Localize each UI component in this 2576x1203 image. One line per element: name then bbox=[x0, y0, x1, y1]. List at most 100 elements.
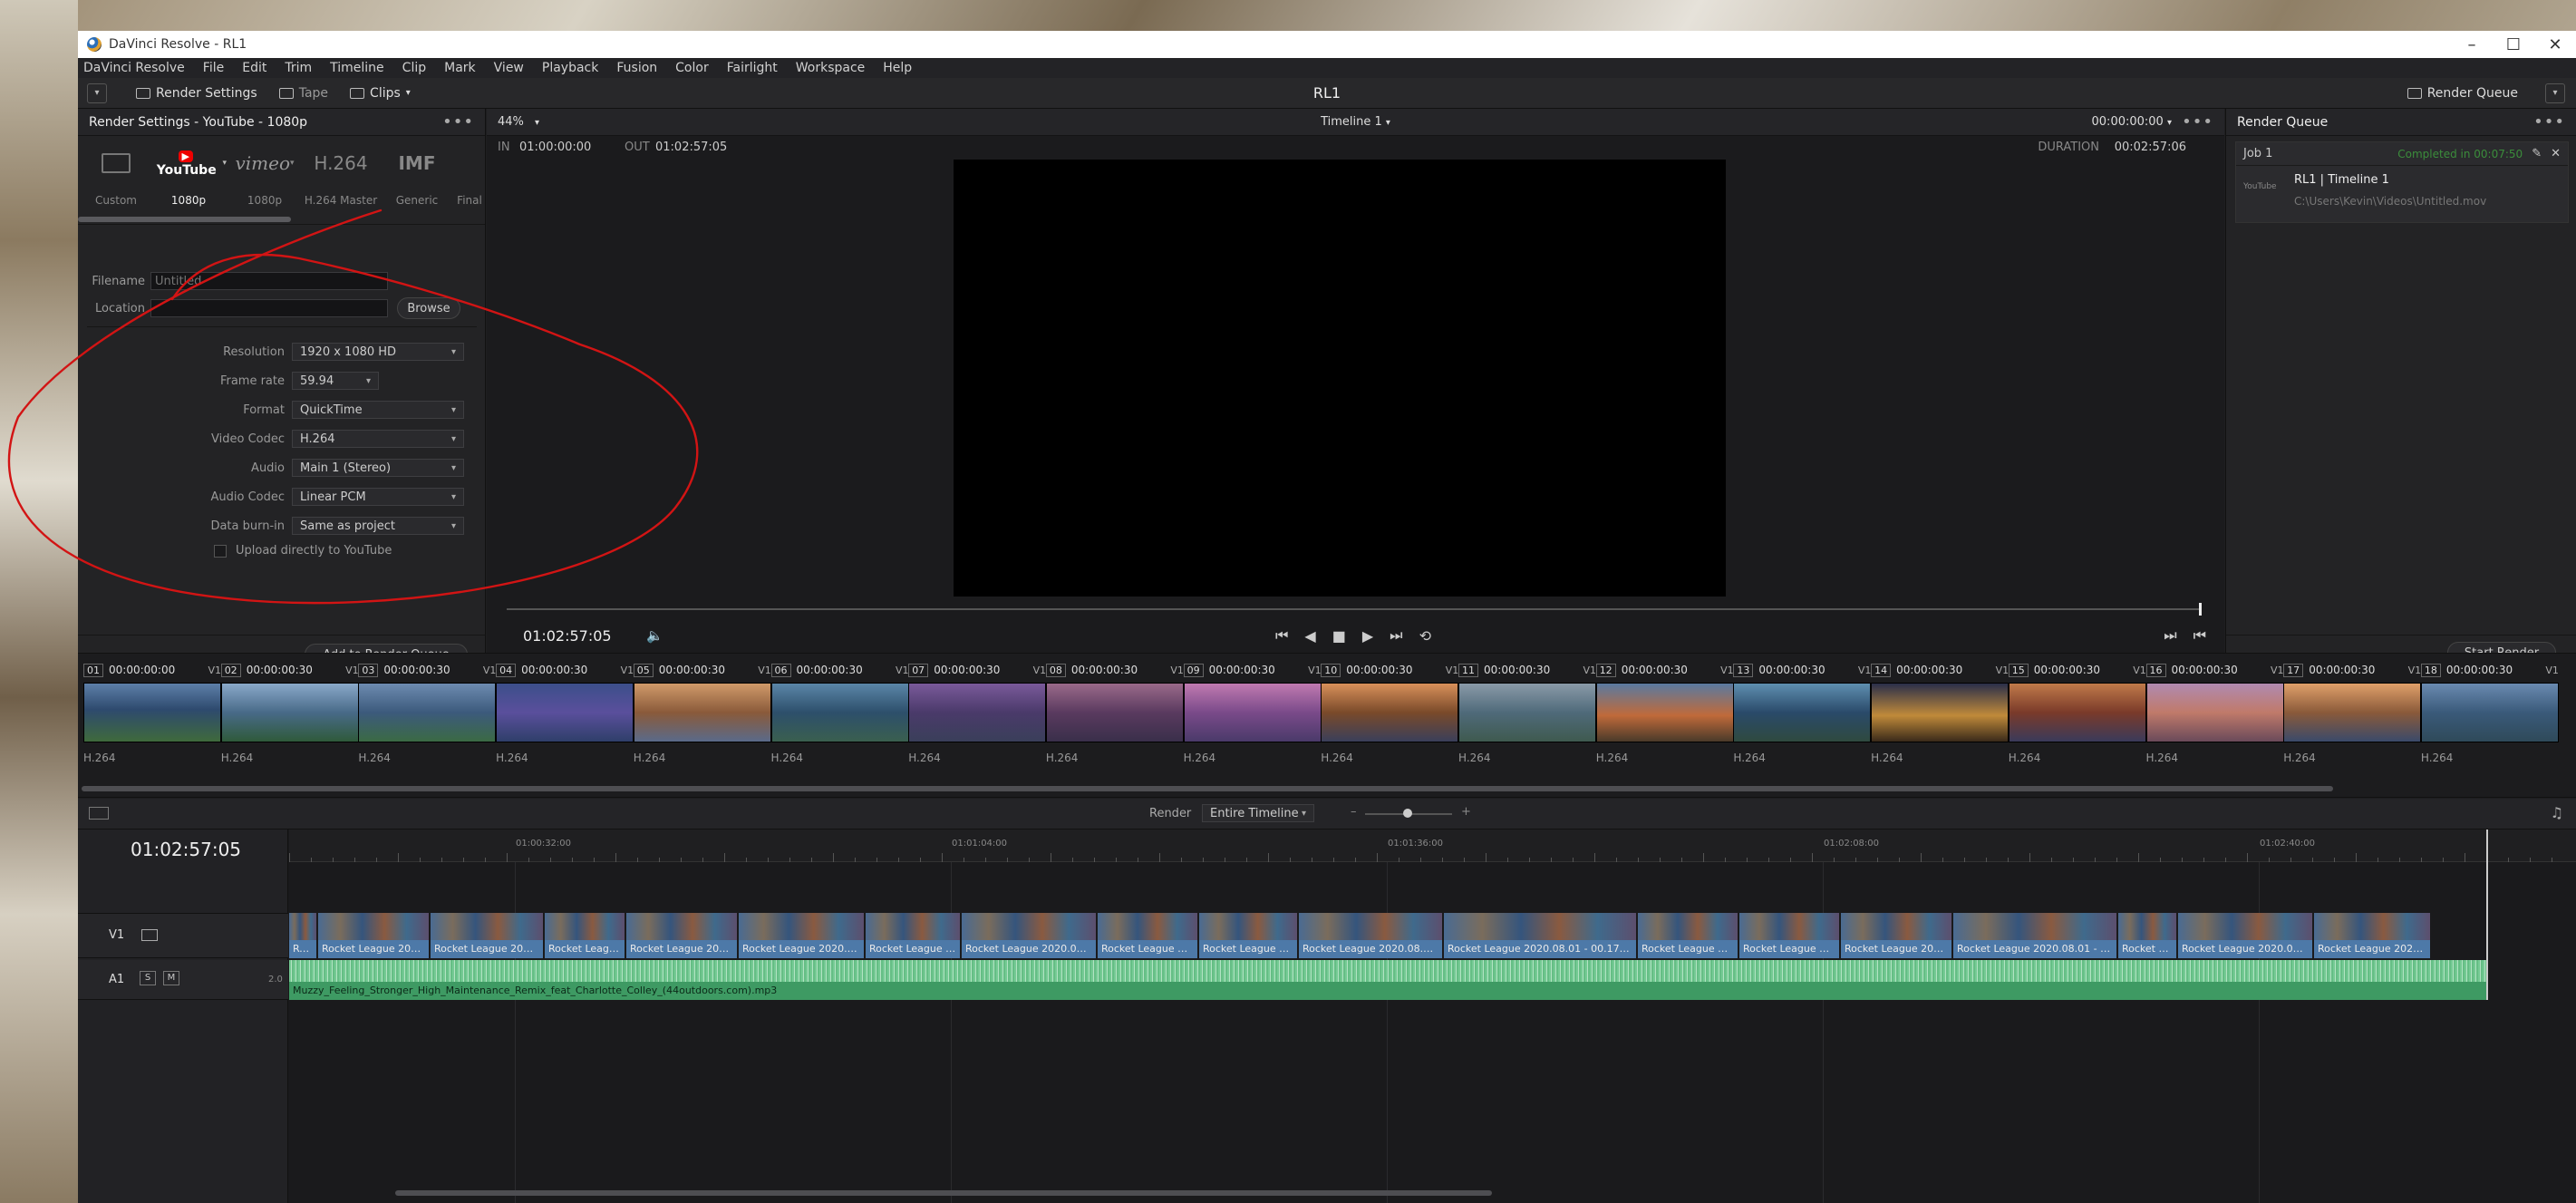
video-clip[interactable]: Rocket League 2020.08.01 - 00.17.20.1... bbox=[1444, 913, 1638, 958]
close-icon[interactable]: ✕ bbox=[2534, 31, 2576, 58]
delete-job-icon[interactable]: ✕ bbox=[2551, 147, 2561, 160]
location-input[interactable] bbox=[150, 299, 388, 317]
format-dropdown[interactable]: QuickTime ▾ bbox=[292, 401, 464, 419]
clip-06[interactable]: 06 00:00:00:30 V1 H.264 bbox=[770, 661, 909, 779]
out-value[interactable]: 01:02:57:05 bbox=[655, 141, 727, 154]
video-clip[interactable]: Rocket League 2020.08.... bbox=[2178, 913, 2314, 958]
menu-item-davinci-resolve[interactable]: DaVinci Resolve bbox=[78, 61, 194, 75]
play-icon[interactable]: ▶ bbox=[1362, 627, 1373, 645]
resolution-dropdown[interactable]: 1920 x 1080 HD ▾ bbox=[292, 343, 464, 361]
preset-h264[interactable]: H.264 H.264 Master bbox=[303, 145, 379, 218]
clips-button[interactable]: Clips ▾ bbox=[339, 82, 421, 105]
clip-16[interactable]: 16 00:00:00:30 V1 H.264 bbox=[2145, 661, 2284, 779]
video-clip[interactable]: Rocket Le... bbox=[2118, 913, 2178, 958]
menu-item-workspace[interactable]: Workspace bbox=[787, 61, 875, 75]
menu-item-help[interactable]: Help bbox=[874, 61, 921, 75]
render-mode-dropdown[interactable]: Entire Timeline ▾ bbox=[1202, 804, 1314, 822]
preset-generic[interactable]: IMF Generic bbox=[379, 145, 455, 218]
presets-scrollbar[interactable] bbox=[78, 217, 291, 222]
menu-item-clip[interactable]: Clip bbox=[393, 61, 435, 75]
volume-icon[interactable]: 🔈 bbox=[646, 627, 663, 644]
edit-icon[interactable]: ✎ bbox=[2532, 147, 2542, 160]
preset-youtube[interactable]: ▶YouTube ▾ 1080p bbox=[150, 145, 227, 218]
render-settings-button[interactable]: Render Settings bbox=[125, 82, 268, 105]
more-options-icon[interactable]: ••• bbox=[442, 112, 474, 131]
reverse-play-icon[interactable]: ◀ bbox=[1304, 627, 1315, 645]
video-clip[interactable]: Rocket League 2020.... bbox=[318, 913, 431, 958]
menu-item-view[interactable]: View bbox=[485, 61, 533, 75]
audio-clip[interactable]: Muzzy_Feeling_Stronger_High_Maintenance_… bbox=[289, 960, 2486, 1000]
scrubber-playhead[interactable] bbox=[2199, 603, 2202, 616]
menu-item-file[interactable]: File bbox=[194, 61, 233, 75]
timeline-options-icon[interactable] bbox=[89, 807, 109, 820]
clip-08[interactable]: 08 00:00:00:30 V1 H.264 bbox=[1045, 661, 1184, 779]
clip-02[interactable]: 02 00:00:00:30 V1 H.264 bbox=[220, 661, 359, 779]
filename-input[interactable]: Untitled bbox=[150, 272, 388, 290]
zoom-slider-handle[interactable] bbox=[1403, 809, 1412, 818]
timeline-selector[interactable]: Timeline 1 ▾ bbox=[487, 115, 2224, 129]
clips-scrollbar[interactable] bbox=[82, 786, 2333, 791]
menu-item-fairlight[interactable]: Fairlight bbox=[718, 61, 787, 75]
tape-button[interactable]: Tape bbox=[268, 82, 339, 105]
video-clip[interactable]: Rocket League 2020.08.... bbox=[2314, 913, 2432, 958]
data-burn-in-dropdown[interactable]: Same as project ▾ bbox=[292, 517, 464, 535]
frame-rate-dropdown[interactable]: 59.94 ▾ bbox=[292, 372, 379, 390]
menu-item-timeline[interactable]: Timeline bbox=[321, 61, 393, 75]
zoom-in-icon[interactable]: + bbox=[1461, 805, 1471, 819]
timeline-scrollbar[interactable] bbox=[395, 1190, 1492, 1196]
video-clip[interactable]: Rocket League 2... bbox=[866, 913, 962, 958]
go-to-start-icon[interactable]: ⏮ bbox=[1275, 626, 1288, 645]
video-clip[interactable]: Rocket League 202... bbox=[1199, 913, 1299, 958]
video-clip[interactable]: Ro... bbox=[289, 913, 318, 958]
video-preview[interactable] bbox=[954, 160, 1726, 597]
clip-11[interactable]: 11 00:00:00:30 V1 H.264 bbox=[1458, 661, 1596, 779]
menu-item-fusion[interactable]: Fusion bbox=[607, 61, 666, 75]
next-clip-icon[interactable]: ⏭ bbox=[2164, 626, 2176, 645]
clip-15[interactable]: 15 00:00:00:30 V1 H.264 bbox=[2008, 661, 2146, 779]
menu-item-playback[interactable]: Playback bbox=[533, 61, 607, 75]
queue-more-icon[interactable]: ••• bbox=[2533, 112, 2565, 131]
menu-item-color[interactable]: Color bbox=[666, 61, 718, 75]
menu-item-mark[interactable]: Mark bbox=[435, 61, 485, 75]
video-clip[interactable]: Rocket League 20... bbox=[1098, 913, 1199, 958]
monitor-icon[interactable] bbox=[141, 929, 158, 941]
preset-custom[interactable]: Custom bbox=[78, 145, 154, 218]
browse-button[interactable]: Browse bbox=[397, 297, 460, 319]
timeline-ruler[interactable]: 01:00:32:00 01:01:04:00 01:01:36:00 01:02:0… bbox=[289, 829, 2576, 862]
render-queue-button[interactable]: Render Queue bbox=[2397, 82, 2529, 105]
timeline-playhead[interactable] bbox=[2486, 829, 2488, 1000]
loop-icon[interactable]: ⟲ bbox=[1419, 627, 1431, 645]
audio-note-icon[interactable]: ♫ bbox=[2551, 804, 2563, 821]
clip-10[interactable]: 10 00:00:00:30 V1 H.264 bbox=[1321, 661, 1459, 779]
video-clip[interactable]: Rocket League 2020.08.01 - ... bbox=[1299, 913, 1444, 958]
video-codec-dropdown[interactable]: H.264 ▾ bbox=[292, 430, 464, 448]
stop-icon[interactable]: ■ bbox=[1332, 627, 1346, 645]
in-value[interactable]: 01:00:00:00 bbox=[519, 141, 591, 154]
render-job[interactable]: Job 1 Completed in 00:07:50 ✎ ✕ YouTube … bbox=[2235, 141, 2569, 223]
menu-item-trim[interactable]: Trim bbox=[276, 61, 321, 75]
clip-05[interactable]: 05 00:00:00:30 V1 H.264 bbox=[633, 661, 771, 779]
video-clip[interactable]: Rocket Leagu... bbox=[545, 913, 626, 958]
panel-toggle-icon[interactable]: ▾ bbox=[87, 82, 107, 103]
clip-14[interactable]: 14 00:00:00:30 V1 H.264 bbox=[1871, 661, 2009, 779]
prev-clip-icon[interactable]: ⏮ bbox=[2193, 626, 2206, 645]
timecode-dropdown[interactable]: 00:00:00:00 ▾ bbox=[2092, 115, 2172, 129]
audio-codec-dropdown[interactable]: Linear PCM ▾ bbox=[292, 488, 464, 506]
mute-button[interactable]: M bbox=[163, 971, 179, 985]
clip-01[interactable]: 01 00:00:00:00 V1 H.264 bbox=[83, 661, 221, 779]
solo-button[interactable]: S bbox=[140, 971, 156, 985]
viewer-more-icon[interactable]: ••• bbox=[2182, 112, 2213, 131]
menu-item-edit[interactable]: Edit bbox=[233, 61, 276, 75]
clip-13[interactable]: 13 00:00:00:30 V1 H.264 bbox=[1733, 661, 1872, 779]
clip-09[interactable]: 09 00:00:00:30 V1 H.264 bbox=[1183, 661, 1322, 779]
video-clip[interactable]: Rocket League 2020.08.01.... bbox=[962, 913, 1098, 958]
video-clip[interactable]: Rocket League 20... bbox=[1638, 913, 1739, 958]
video-clip[interactable]: Rocket League 2020.08.01 - 00.2... bbox=[1953, 913, 2118, 958]
video-clip[interactable]: Rocket League 2020.... bbox=[626, 913, 739, 958]
clip-03[interactable]: 03 00:00:00:30 V1 H.264 bbox=[358, 661, 497, 779]
clip-18[interactable]: 18 00:00:00:30 V1 H.264 bbox=[2420, 661, 2559, 779]
go-to-end-icon[interactable]: ⏭ bbox=[1390, 626, 1402, 645]
zoom-out-icon[interactable]: – bbox=[1351, 805, 1357, 819]
clip-17[interactable]: 17 00:00:00:30 V1 H.264 bbox=[2283, 661, 2422, 779]
video-clip[interactable]: Rocket League 2020... bbox=[431, 913, 545, 958]
